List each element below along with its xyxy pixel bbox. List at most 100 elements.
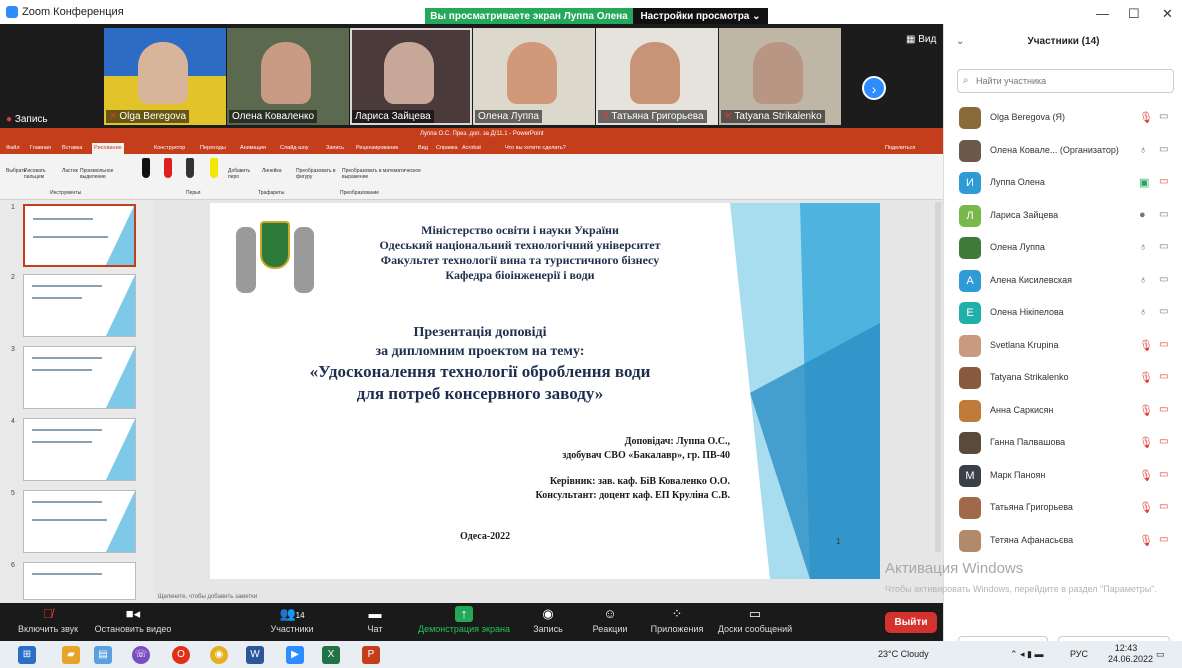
share-ppt-button[interactable]: Поделиться — [885, 145, 915, 151]
mic-muted-icon[interactable]: 🎙 — [1139, 534, 1153, 547]
participant-row[interactable]: А Алена Кисилевская ♁ ▭ — [944, 265, 1182, 297]
participants-button[interactable]: 👥14 Участники — [262, 603, 322, 641]
tab-insert[interactable]: Вставка — [62, 145, 82, 151]
mic-active-icon[interactable]: ● — [1139, 209, 1146, 221]
tab-record[interactable]: Запись — [326, 145, 344, 151]
slide-thumbnail[interactable] — [23, 418, 136, 481]
participant-row[interactable]: Олена Луппа ♁ ▭ — [944, 232, 1182, 264]
camera-icon[interactable]: ▭ — [1159, 306, 1168, 317]
word-icon[interactable]: W — [246, 646, 264, 664]
tray-icons[interactable]: ⌃ ◂ ▮ ▬ — [1010, 649, 1044, 660]
stop-video-button[interactable]: ■◂ Остановить видео — [90, 603, 176, 641]
record-button[interactable]: ◉ Запись — [528, 603, 568, 641]
windows-start-icon[interactable]: ⊞ — [18, 646, 36, 664]
weather-widget[interactable]: 23°C Cloudy — [878, 649, 929, 659]
powerpoint-icon[interactable]: P — [362, 646, 380, 664]
tab-review[interactable]: Рецензирование — [356, 145, 398, 151]
video-tile[interactable]: ✕ Татьяна Григорьева — [596, 28, 718, 125]
leave-button[interactable]: Выйти — [885, 612, 937, 633]
ribbon-ruler[interactable]: Линейка — [262, 168, 282, 174]
tab-draw[interactable]: Рисование — [92, 143, 124, 154]
participant-row[interactable]: Татьяна Григорьева 🎙 ▭ — [944, 492, 1182, 524]
video-tile-active-speaker[interactable]: Лариса Зайцева — [350, 28, 472, 125]
slide-scrollbar[interactable] — [935, 202, 941, 552]
participant-row[interactable]: Е Олена Нікіпелова ♁ ▭ — [944, 297, 1182, 329]
camera-off-icon[interactable]: ▭ — [1159, 176, 1168, 187]
ribbon-ink-to-math[interactable]: Преобразовать в математическое выражение — [342, 168, 422, 180]
camera-off-icon[interactable]: ▭ — [1159, 469, 1168, 480]
camera-icon[interactable]: ▭ — [1159, 241, 1168, 252]
ribbon-lasso[interactable]: Произвольное выделение — [80, 168, 120, 180]
participant-row[interactable]: Тетяна Афанасьєва 🎙 ▭ — [944, 525, 1182, 557]
camera-off-icon[interactable]: ▭ — [1159, 534, 1168, 545]
next-page-arrow-icon[interactable]: › — [862, 76, 886, 100]
notes-placeholder[interactable]: Щелкните, чтобы добавить заметки — [158, 594, 257, 600]
ribbon-add-pen[interactable]: Добавить перо — [228, 168, 252, 180]
view-button[interactable]: ▦ Вид — [906, 34, 936, 45]
mic-muted-icon[interactable]: 🎙 — [1139, 339, 1153, 352]
mic-muted-icon[interactable]: 🎙 — [1139, 371, 1153, 384]
whiteboard-button[interactable]: ▭ Доски сообщений — [712, 603, 798, 641]
excel-icon[interactable]: X — [322, 646, 340, 664]
video-tile[interactable]: Олена Коваленко — [227, 28, 349, 125]
participant-row[interactable]: Svetlana Krupina 🎙 ▭ — [944, 330, 1182, 362]
unmute-button[interactable]: 🎙̸ Включить звук — [8, 603, 88, 641]
mic-muted-icon[interactable]: 🎙 — [1139, 404, 1153, 417]
close-button[interactable]: ✕ — [1162, 6, 1173, 22]
video-tile[interactable]: ✕ Tatyana Strikalenko — [719, 28, 841, 125]
camera-off-icon[interactable]: ▭ — [1159, 371, 1168, 382]
notifications-icon[interactable]: ▭ — [1156, 649, 1165, 660]
video-tile[interactable]: Олена Луппа — [473, 28, 595, 125]
tab-file[interactable]: Файл — [6, 145, 20, 151]
tab-animations[interactable]: Анимация — [240, 145, 266, 151]
ribbon-eraser[interactable]: Ластик — [62, 168, 78, 174]
screen-share-icon[interactable]: ▣ — [1139, 176, 1149, 189]
participant-row[interactable]: Olga Beregova (Я) 🎙 ▭ — [944, 102, 1182, 134]
highlighter-yellow-icon[interactable] — [210, 158, 218, 178]
ribbon-draw-touch[interactable]: Рисовать пальцем — [24, 168, 48, 180]
apps-button[interactable]: ⁘ Приложения — [645, 603, 709, 641]
participant-search-input[interactable]: ⌕ Найти участника — [957, 69, 1174, 93]
tab-view[interactable]: Вид — [418, 145, 428, 151]
slide-thumbnail[interactable] — [23, 346, 136, 409]
camera-off-icon[interactable]: ▭ — [1159, 436, 1168, 447]
opera-icon[interactable]: O — [172, 646, 190, 664]
tab-design[interactable]: Конструктор — [154, 145, 185, 151]
current-slide[interactable]: Міністерство освіти і науки України Одес… — [210, 203, 880, 579]
tab-transitions[interactable]: Переходы — [200, 145, 226, 151]
file-manager-icon[interactable]: ▤ — [94, 646, 112, 664]
video-tile[interactable]: ✕ Olga Beregova — [104, 28, 226, 125]
zoom-taskbar-icon[interactable]: ▶ — [286, 646, 304, 664]
participant-row[interactable]: Л Лариса Зайцева ● ▭ — [944, 200, 1182, 232]
mic-muted-icon[interactable]: 🎙 — [1139, 469, 1153, 482]
tell-me-search[interactable]: Что вы хотите сделать? — [505, 145, 566, 151]
camera-icon[interactable]: ▭ — [1159, 111, 1168, 122]
mic-muted-icon[interactable]: 🎙 — [1139, 436, 1153, 449]
camera-off-icon[interactable]: ▭ — [1159, 339, 1168, 350]
chrome-icon[interactable]: ◉ — [210, 646, 228, 664]
ribbon-ink-to-shape[interactable]: Преобразовать в фигуру — [296, 168, 336, 180]
participant-row[interactable]: М Марк Паноян 🎙 ▭ — [944, 460, 1182, 492]
view-settings-button[interactable]: Настройки просмотра ⌄ — [633, 8, 768, 25]
tab-acrobat[interactable]: Acrobat — [462, 145, 481, 151]
slide-thumbnail[interactable] — [23, 274, 136, 337]
share-screen-button[interactable]: ↑ Демонстрация экрана — [412, 603, 516, 641]
tab-help[interactable]: Справка — [436, 145, 458, 151]
chat-button[interactable]: ▬ Чат — [360, 603, 390, 641]
slide-thumbnail-selected[interactable] — [23, 204, 136, 267]
participant-row[interactable]: Tatyana Strikalenko 🎙 ▭ — [944, 362, 1182, 394]
camera-off-icon[interactable]: ▭ — [1159, 404, 1168, 415]
camera-icon[interactable]: ▭ — [1159, 274, 1168, 285]
camera-off-icon[interactable]: ▭ — [1159, 501, 1168, 512]
slide-thumbnail[interactable] — [23, 562, 136, 600]
file-explorer-icon[interactable]: ▰ — [62, 646, 80, 664]
participant-row[interactable]: Ганна Палвашова 🎙 ▭ — [944, 427, 1182, 459]
camera-icon[interactable]: ▭ — [1159, 144, 1168, 155]
mic-icon[interactable]: ♁ — [1139, 306, 1147, 318]
slide-thumbnail[interactable] — [23, 490, 136, 553]
pen-red-icon[interactable] — [164, 158, 172, 178]
tab-slideshow[interactable]: Слайд-шоу — [280, 145, 309, 151]
participant-row[interactable]: Олена Ковале... (Организатор) ♁ ▭ — [944, 135, 1182, 167]
maximize-button[interactable]: ☐ — [1128, 6, 1140, 22]
mic-icon[interactable]: ♁ — [1139, 241, 1147, 253]
